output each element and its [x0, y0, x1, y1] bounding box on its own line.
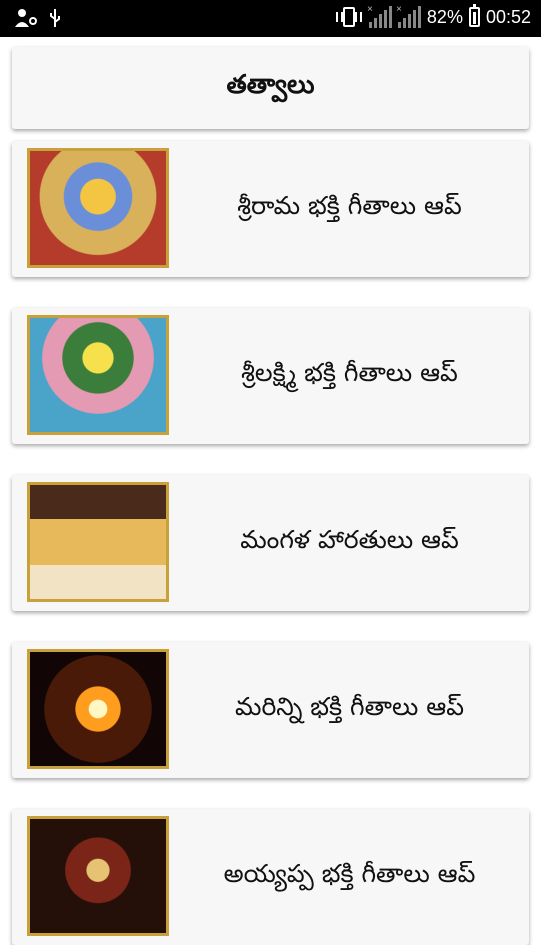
mangala-harathulu-image [27, 482, 169, 602]
lakshmi-image [27, 315, 169, 435]
page-title: తత్వాలు [226, 70, 315, 100]
app-item-lakshmi[interactable]: శ్రీలక్ష్మి భక్తి గీతాలు ఆప్ [12, 308, 529, 444]
om-image [27, 649, 169, 769]
app-item-mangala-harathulu[interactable]: మంగళ హారతులు ఆప్ [12, 475, 529, 611]
app-item-more-devotional[interactable]: మరిన్ని భక్తి గీతాలు ఆప్ [12, 642, 529, 778]
battery-percent: 82% [426, 6, 463, 27]
usb-icon [50, 9, 60, 27]
clock: 00:52 [485, 6, 531, 27]
status-right: × × 82% 00:52 [335, 4, 531, 28]
app-item-ayyappa[interactable]: అయ్యప్ప భక్తి గీతాలు ఆప్ [12, 809, 529, 945]
vibrate-icon [335, 7, 362, 27]
status-left [14, 7, 62, 29]
signal-icon: × [396, 4, 421, 28]
ayyappa-image [27, 816, 169, 936]
header-card: తత్వాలు [12, 47, 529, 129]
rama-image [27, 148, 169, 268]
app-item-label: మంగళ హారతులు ఆప్ [240, 525, 459, 554]
app-item-rama[interactable]: శ్రీరామ భక్తి గీతాలు ఆప్ [12, 141, 529, 277]
app-item-label: అయ్యప్ప భక్తి గీతాలు ఆప్ [223, 859, 476, 888]
battery-icon [468, 4, 480, 27]
app-item-label: శ్రీరామ భక్తి గీతాలు ఆప్ [237, 191, 462, 220]
app-item-label: శ్రీలక్ష్మి భక్తి గీతాలు ఆప్ [241, 358, 458, 387]
user-location-icon [15, 9, 37, 27]
signal-icon: × [367, 4, 392, 28]
app-item-label: మరిన్ని భక్తి గీతాలు ఆప్ [235, 692, 464, 721]
status-bar: × × 82% 00:52 [0, 0, 541, 37]
